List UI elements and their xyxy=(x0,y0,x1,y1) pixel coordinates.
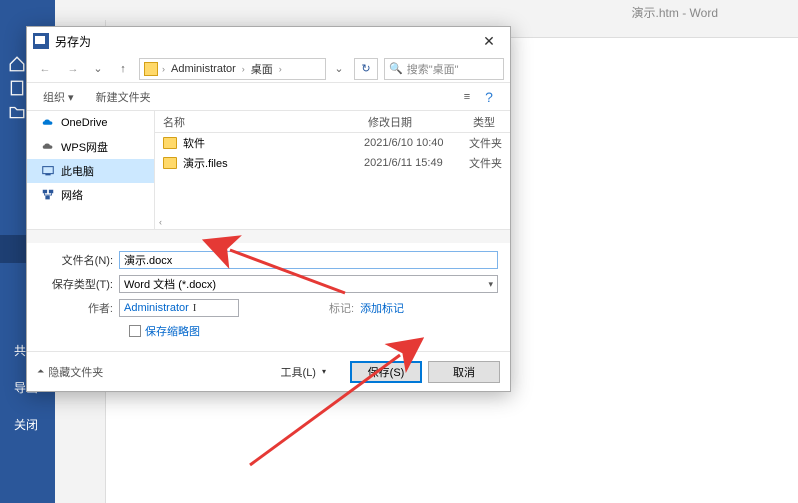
thumbnail-checkbox[interactable] xyxy=(129,325,141,337)
table-row[interactable]: 软件 2021/6/10 10:40 文件夹 xyxy=(155,133,510,153)
folder-icon xyxy=(144,62,158,76)
nav-history-dropdown[interactable]: ⌄ xyxy=(89,62,107,75)
scroll-left-indicator: ‹ xyxy=(159,217,162,227)
navigation-bar: ← → ⌄ ↑ › Administrator › 桌面 › ⌄ ↻ 🔍 搜索"… xyxy=(27,55,510,83)
view-button[interactable]: ≡ xyxy=(456,87,478,107)
author-label: 作者: xyxy=(39,300,119,316)
navigation-pane: OneDrive WPS网盘 此电脑 网络 xyxy=(27,111,155,229)
save-button[interactable]: 保存(S) xyxy=(350,361,422,383)
save-as-dialog: 另存为 ✕ ← → ⌄ ↑ › Administrator › 桌面 › ⌄ ↻… xyxy=(26,26,511,392)
close-button[interactable]: ✕ xyxy=(474,29,504,53)
sidebar-item-onedrive[interactable]: OneDrive xyxy=(27,111,154,135)
breadcrumb[interactable]: 桌面 xyxy=(249,61,275,77)
tags-label: 标记: xyxy=(329,300,360,316)
dialog-title: 另存为 xyxy=(55,33,474,50)
table-row[interactable]: 演示.files 2021/6/11 15:49 文件夹 xyxy=(155,153,510,173)
folder-icon xyxy=(163,157,177,169)
fields-area: 文件名(N): 保存类型(T): Word 文档 (*.docx) 作者: Ad… xyxy=(27,243,510,351)
column-type[interactable]: 类型 xyxy=(465,114,510,130)
word-icon xyxy=(33,33,49,49)
column-name[interactable]: 名称 xyxy=(155,114,360,130)
cloud-icon xyxy=(41,140,55,154)
hide-folders-button[interactable]: 隐藏文件夹 xyxy=(37,364,103,380)
filename-input[interactable] xyxy=(119,251,498,269)
scrollbar[interactable] xyxy=(27,229,510,243)
breadcrumb[interactable]: Administrator xyxy=(169,63,238,75)
toolbar: 组织 ▾ 新建文件夹 ≡ ? xyxy=(27,83,510,111)
word-title: 演示.htm - Word xyxy=(632,4,718,21)
nav-forward-button[interactable]: → xyxy=(61,58,85,80)
dialog-titlebar: 另存为 ✕ xyxy=(27,27,510,55)
thumbnail-label: 保存缩略图 xyxy=(145,323,200,339)
file-list: 名称 修改日期 类型 软件 2021/6/10 10:40 文件夹 演示.fil… xyxy=(155,111,510,229)
dialog-footer: 隐藏文件夹 工具(L) 保存(S) 取消 xyxy=(27,351,510,391)
sidebar-item-network[interactable]: 网络 xyxy=(27,183,154,207)
cloud-icon xyxy=(41,116,55,130)
search-icon: 🔍 xyxy=(389,62,403,75)
author-input[interactable]: Administrator I xyxy=(119,299,239,317)
tools-menu[interactable]: 工具(L) xyxy=(273,361,334,383)
folder-icon xyxy=(163,137,177,149)
filetype-label: 保存类型(T): xyxy=(39,276,119,292)
filetype-select[interactable]: Word 文档 (*.docx) xyxy=(119,275,498,293)
refresh-button[interactable]: ↻ xyxy=(354,58,378,80)
open-icon[interactable] xyxy=(8,103,26,121)
nav-back-button[interactable]: ← xyxy=(33,58,57,80)
add-tags-link[interactable]: 添加标记 xyxy=(360,300,404,316)
home-icon[interactable] xyxy=(8,55,26,73)
help-button[interactable]: ? xyxy=(478,87,500,107)
address-bar[interactable]: › Administrator › 桌面 › xyxy=(139,58,326,80)
new-icon[interactable] xyxy=(8,79,26,97)
search-input[interactable]: 🔍 搜索"桌面" xyxy=(384,58,504,80)
file-list-header: 名称 修改日期 类型 xyxy=(155,111,510,133)
column-date[interactable]: 修改日期 xyxy=(360,114,465,130)
sidebar-item-thispc[interactable]: 此电脑 xyxy=(27,159,154,183)
nav-up-button[interactable]: ↑ xyxy=(111,58,135,80)
dialog-body: OneDrive WPS网盘 此电脑 网络 名称 修改日期 类型 xyxy=(27,111,510,229)
new-folder-button[interactable]: 新建文件夹 xyxy=(90,87,157,107)
sidebar-close[interactable]: 关闭 xyxy=(0,406,55,443)
filename-label: 文件名(N): xyxy=(39,252,119,268)
sidebar-item-wps[interactable]: WPS网盘 xyxy=(27,135,154,159)
network-icon xyxy=(41,188,55,202)
organize-menu[interactable]: 组织 ▾ xyxy=(37,87,80,107)
computer-icon xyxy=(41,164,55,178)
cancel-button[interactable]: 取消 xyxy=(428,361,500,383)
address-dropdown[interactable]: ⌄ xyxy=(330,62,348,75)
